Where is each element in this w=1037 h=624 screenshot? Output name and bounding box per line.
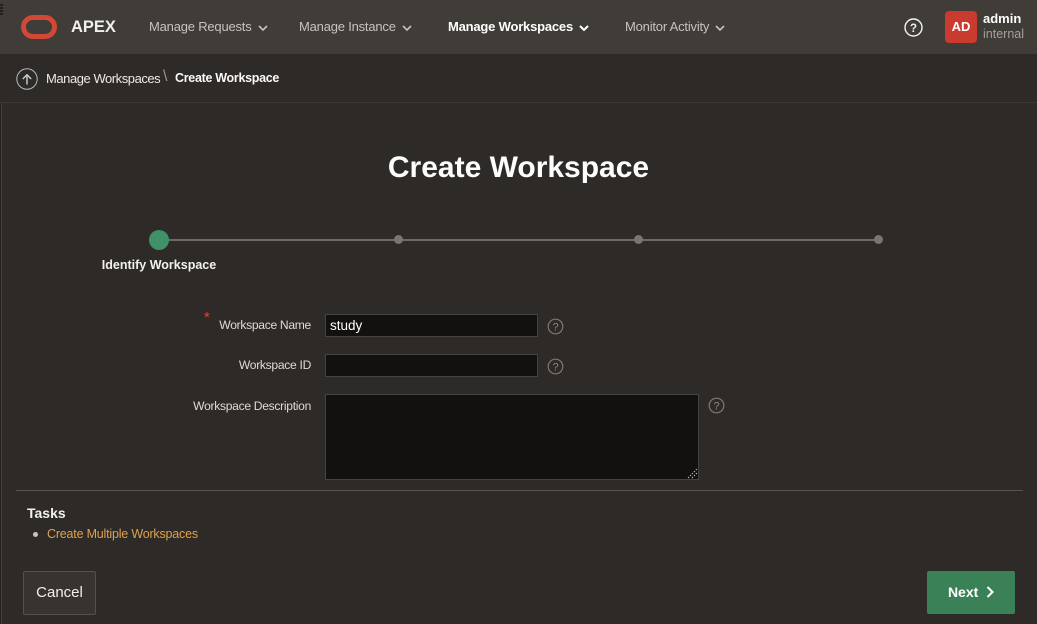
svg-text:?: ? (552, 321, 558, 333)
svg-text:?: ? (552, 361, 558, 373)
svg-text:?: ? (713, 400, 719, 412)
svg-text:?: ? (910, 23, 917, 35)
